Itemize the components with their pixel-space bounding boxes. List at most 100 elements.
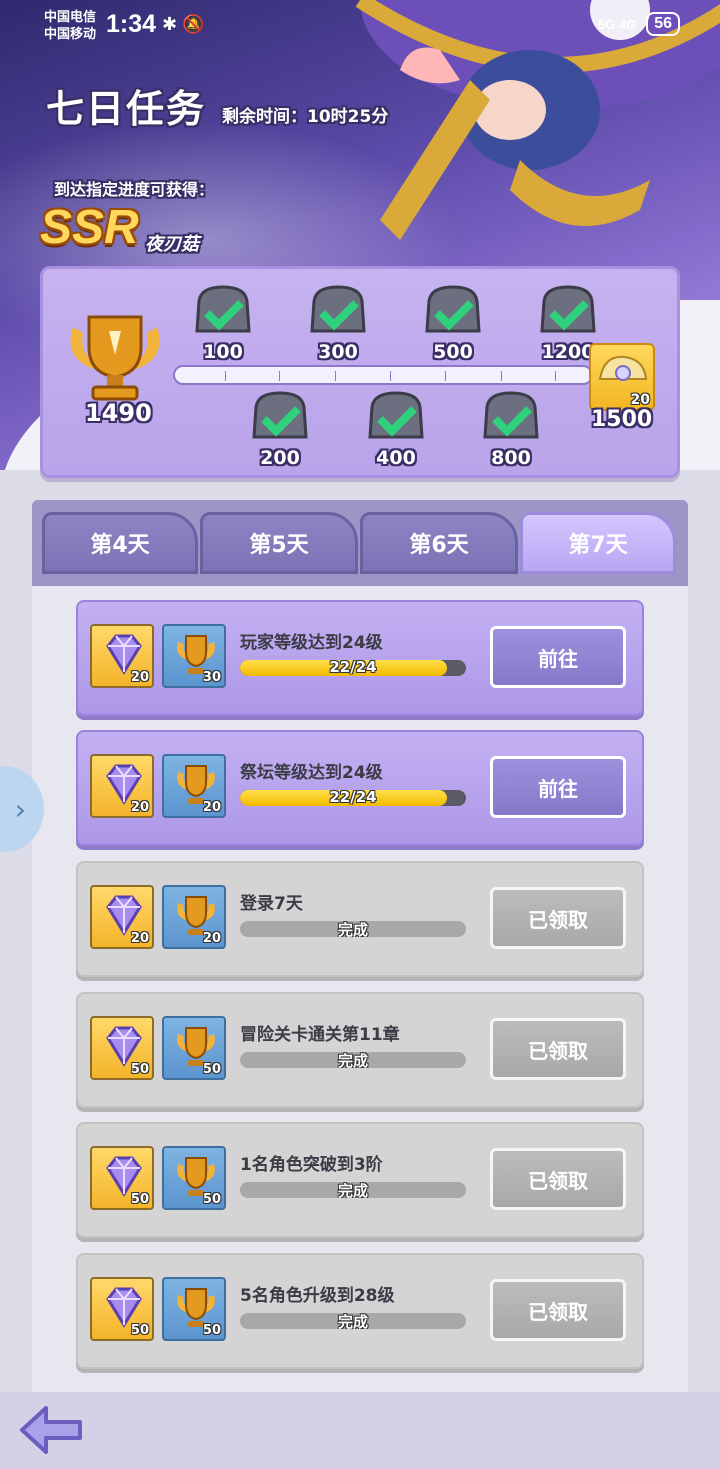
trophy-reward[interactable]: 30	[162, 624, 226, 688]
signal-icon: 5G 4G	[597, 16, 637, 32]
trophy-icon	[70, 315, 160, 401]
task-progress-text: 完成	[337, 921, 368, 937]
gem-reward[interactable]: 20	[90, 624, 154, 688]
task-progress-text: 22/24	[329, 790, 377, 806]
final-reward-box[interactable]: 20	[589, 343, 655, 411]
milestone-value: 300	[318, 341, 358, 363]
trophy-reward[interactable]: 20	[162, 754, 226, 818]
task-action-button[interactable]: 前往	[490, 626, 626, 688]
chest-claimed-icon	[310, 285, 366, 333]
day-tabs: 第4天 第5天 第6天 第7天	[32, 500, 688, 586]
trophy-reward[interactable]: 50	[162, 1146, 226, 1210]
task-action-button[interactable]: 已领取	[490, 887, 626, 949]
trophy-reward[interactable]: 20	[162, 885, 226, 949]
chest-claimed-icon	[252, 391, 308, 439]
tab-day-4[interactable]: 第4天	[42, 512, 198, 574]
task-name: 冒险关卡通关第11章	[240, 1025, 400, 1045]
task-progress-text: 完成	[337, 1313, 368, 1329]
task-row: 50 50 1名角色突破到3阶 完成 已领取	[76, 1122, 644, 1238]
milestone-chest[interactable]: 100	[188, 283, 258, 363]
gem-reward[interactable]: 20	[90, 885, 154, 949]
milestone-value: 800	[491, 447, 531, 469]
task-progress-bar: 完成	[240, 1052, 466, 1068]
trophy-count: 20	[202, 800, 221, 815]
milestone-value: 200	[260, 447, 300, 469]
task-progress-bar: 22/24	[240, 660, 466, 676]
time-remaining: 剩余时间：10时25分	[222, 107, 389, 127]
tab-day-6[interactable]: 第6天	[360, 512, 518, 574]
task-action-button[interactable]: 已领取	[490, 1148, 626, 1210]
task-progress-bar: 22/24	[240, 790, 466, 806]
task-action-button[interactable]: 已领取	[490, 1018, 626, 1080]
milestone-value: 500	[433, 341, 473, 363]
trophy-count: 50	[202, 1323, 221, 1338]
milestone-chest[interactable]: 300	[303, 283, 373, 363]
gem-count: 20	[130, 931, 149, 946]
carrier-2: 中国移动	[44, 26, 97, 41]
current-score: 1490	[85, 399, 152, 427]
trophy-reward[interactable]: 50	[162, 1277, 226, 1341]
carrier-1: 中国电信	[44, 9, 97, 24]
gem-reward[interactable]: 50	[90, 1277, 154, 1341]
gem-count: 20	[130, 670, 149, 685]
status-bar: 中国电信 中国移动 1:34 ✱ 🔕 5G 4G 56	[0, 0, 720, 52]
task-progress-bar: 完成	[240, 921, 466, 937]
task-name: 登录7天	[240, 894, 303, 914]
gem-reward[interactable]: 50	[90, 1016, 154, 1080]
final-milestone-value: 1500	[591, 407, 653, 432]
task-row: 20 20 祭坛等级达到24级 22/24 前往	[76, 730, 644, 846]
chest-claimed-icon	[483, 391, 539, 439]
task-panel: 第4天 第5天 第6天 第7天 20 30 玩家等级达到24级 22/24 前往…	[32, 500, 688, 1400]
chest-claimed-icon	[540, 285, 596, 333]
milestone-chest[interactable]: 800	[476, 389, 546, 469]
trophy-count: 50	[202, 1192, 221, 1207]
task-progress-text: 22/24	[329, 660, 377, 676]
trophy-count: 50	[202, 1062, 221, 1077]
status-right: 5G 4G 56	[598, 12, 680, 36]
task-name: 5名角色升级到28级	[240, 1286, 395, 1306]
reward-hint: 到达指定进度可获得：	[54, 180, 215, 199]
gem-count: 50	[130, 1062, 149, 1077]
task-row: 20 20 登录7天 完成 已领取	[76, 861, 644, 977]
gem-reward[interactable]: 20	[90, 754, 154, 818]
carrier-labels: 中国电信 中国移动	[44, 8, 96, 42]
gem-reward[interactable]: 50	[90, 1146, 154, 1210]
task-row: 50 50 冒险关卡通关第11章 完成 已领取	[76, 992, 644, 1108]
milestone-chest[interactable]: 400	[361, 389, 431, 469]
chest-claimed-icon	[368, 391, 424, 439]
chest-claimed-icon	[195, 285, 251, 333]
milestone-panel: 1490 100 300 500 1200 200 400 800 20 150…	[40, 266, 680, 478]
milestone-chest[interactable]: 200	[245, 389, 315, 469]
page-title: 七日任务	[46, 87, 207, 131]
tab-day-5[interactable]: 第5天	[200, 512, 358, 574]
task-name: 祭坛等级达到24级	[240, 763, 383, 783]
task-progress-text: 完成	[337, 1182, 368, 1198]
progress-track	[173, 365, 593, 385]
final-reward-count: 20	[630, 392, 650, 408]
bluetooth-mute-icons: ✱ 🔕	[162, 14, 205, 34]
milestone-value: 400	[376, 447, 416, 469]
task-progress-bar: 完成	[240, 1182, 466, 1198]
footer-bar	[0, 1392, 720, 1469]
chevron-right-icon: ›	[14, 792, 26, 826]
back-arrow-icon[interactable]	[16, 1402, 88, 1458]
task-action-button[interactable]: 前往	[490, 756, 626, 818]
gem-count: 50	[130, 1192, 149, 1207]
battery-icon: 56	[646, 12, 680, 36]
chest-claimed-icon	[425, 285, 481, 333]
milestone-value: 100	[203, 341, 243, 363]
ssr-badge: SSR	[40, 201, 139, 254]
task-progress-text: 完成	[337, 1052, 368, 1068]
gem-count: 20	[130, 800, 149, 815]
gem-count: 50	[130, 1323, 149, 1338]
task-progress-bar: 完成	[240, 1313, 466, 1329]
trophy-count: 30	[202, 670, 221, 685]
trophy-count: 20	[202, 931, 221, 946]
trophy-reward[interactable]: 50	[162, 1016, 226, 1080]
task-action-button[interactable]: 已领取	[490, 1279, 626, 1341]
task-row: 20 30 玩家等级达到24级 22/24 前往	[76, 600, 644, 716]
tab-day-7[interactable]: 第7天	[520, 512, 676, 574]
milestone-chest[interactable]: 500	[418, 283, 488, 363]
task-row: 50 50 5名角色升级到28级 完成 已领取	[76, 1253, 644, 1369]
clock: 1:34	[106, 10, 157, 38]
